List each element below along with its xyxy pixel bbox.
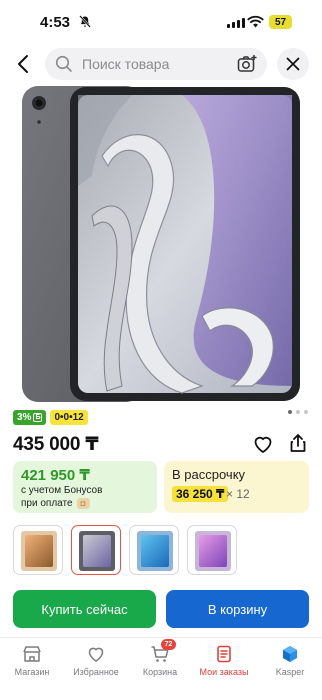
cellular-signal-icon <box>227 17 245 28</box>
add-to-cart-button[interactable]: В корзину <box>166 590 309 628</box>
product-price: 435 000 ₸ <box>13 434 99 455</box>
color-variants <box>13 525 237 575</box>
bonus-icon: Б <box>33 413 43 422</box>
installment-card[interactable]: В рассрочку 36 250 ₸ × 12 <box>164 461 309 513</box>
cart-count-badge: 72 <box>161 639 176 650</box>
pagination-dot <box>304 410 308 414</box>
installment-badge: 0•0•12 <box>50 410 88 425</box>
pagination-dot <box>296 410 300 414</box>
kasper-icon <box>283 646 297 662</box>
bonus-caption-2: при оплате ◘ <box>21 498 90 509</box>
bonus-price: 421 950 ₸ <box>21 467 90 484</box>
cashback-badge: 3% Б <box>13 410 47 425</box>
bell-muted-icon <box>79 15 91 28</box>
variant-blue[interactable] <box>129 525 179 575</box>
product-image[interactable] <box>22 86 300 402</box>
installment-multiplier: × 12 <box>226 487 250 501</box>
close-icon <box>286 57 300 71</box>
status-time: 4:53 <box>40 14 71 31</box>
share-icon[interactable] <box>287 432 309 454</box>
variant-starlight[interactable] <box>13 525 63 575</box>
installment-badge-text: 0•0•12 <box>54 412 84 423</box>
variant-space-gray[interactable] <box>71 525 121 575</box>
search-input[interactable]: Поиск товара <box>82 56 169 72</box>
camera-search-icon[interactable] <box>237 54 257 74</box>
cart-icon-wrap: 72 <box>150 639 176 664</box>
bonus-caption-2-text: при оплате <box>21 498 73 509</box>
nav-item-orders[interactable]: Мои заказы <box>192 644 256 677</box>
search-icon <box>55 55 72 72</box>
status-bar: 4:53 57 <box>0 0 322 44</box>
installment-title: В рассрочку <box>172 467 246 482</box>
nav-label: Магазин <box>14 667 50 677</box>
heart-icon <box>88 647 104 662</box>
nav-label: Избранное <box>73 667 119 677</box>
battery-level: 57 <box>274 16 287 28</box>
nav-label: Kasper <box>275 667 305 677</box>
orders-icon <box>217 645 231 663</box>
search-bar[interactable]: Поиск товара <box>45 48 267 80</box>
nav-label: Корзина <box>142 667 178 677</box>
pagination-dot-active <box>288 410 292 414</box>
battery-indicator: 57 <box>269 15 292 29</box>
cashback-percent: 3% <box>17 412 32 423</box>
bonus-caption: с учетом Бонусов <box>21 485 103 496</box>
bonus-wallet-icon: ◘ <box>76 498 90 509</box>
nav-label: Мои заказы <box>199 667 249 677</box>
buy-now-button[interactable]: Купить сейчас <box>13 590 156 628</box>
image-pagination <box>288 410 308 414</box>
nav-item-cart[interactable]: 72 Корзина <box>128 639 192 677</box>
promo-badges: 3% Б 0•0•12 <box>13 410 88 425</box>
wifi-icon <box>247 15 264 28</box>
close-button[interactable] <box>277 48 309 80</box>
bonus-price-card[interactable]: 421 950 ₸ с учетом Бонусов при оплате ◘ <box>13 461 157 513</box>
shop-icon <box>23 646 41 662</box>
nav-item-kasper[interactable]: Kasper <box>258 644 322 677</box>
bottom-navigation: Магазин Избранное 72 Корзина Мои заказы <box>0 637 322 700</box>
variant-purple[interactable] <box>187 525 237 575</box>
heart-icon[interactable] <box>252 433 274 455</box>
nav-item-shop[interactable]: Магазин <box>0 644 64 677</box>
installment-amount: 36 250 ₸ <box>172 486 229 502</box>
nav-item-favorites[interactable]: Избранное <box>64 644 128 677</box>
back-arrow-icon[interactable] <box>12 52 36 76</box>
